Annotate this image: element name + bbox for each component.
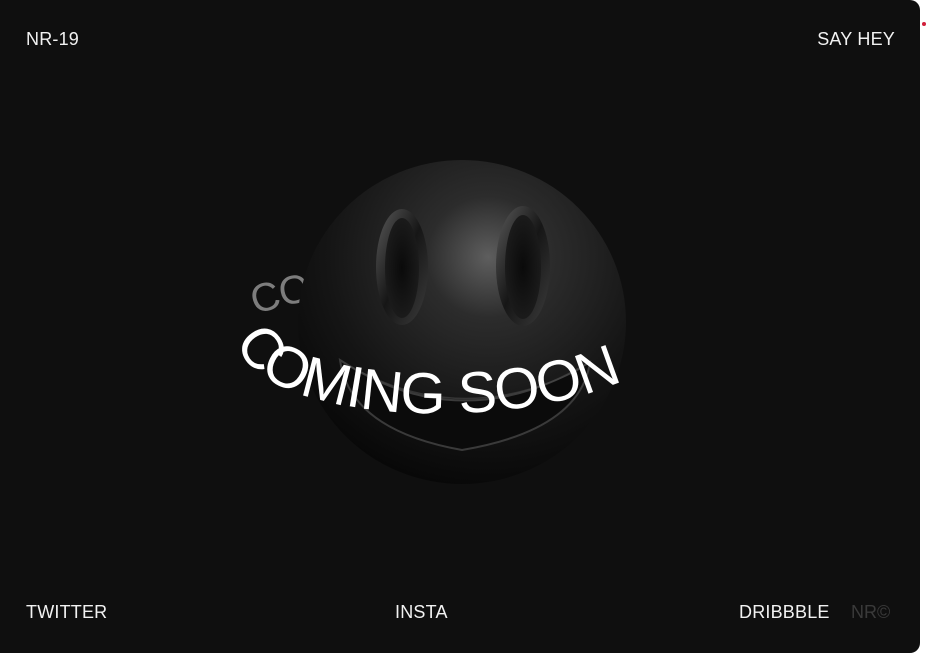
copyright-mark: NR©: [851, 602, 891, 622]
hero-scene: COMING SOON COMING SOON: [223, 160, 628, 484]
accent-dot: [922, 22, 926, 26]
page-canvas: NR-19 SAY HEY COMING: [0, 0, 920, 653]
twitter-link[interactable]: TWITTER: [26, 602, 107, 622]
insta-link[interactable]: INSTA: [395, 602, 448, 622]
smiley-face-3d-icon: [298, 160, 626, 484]
dribbble-link[interactable]: DRIBBBLE: [739, 602, 830, 622]
